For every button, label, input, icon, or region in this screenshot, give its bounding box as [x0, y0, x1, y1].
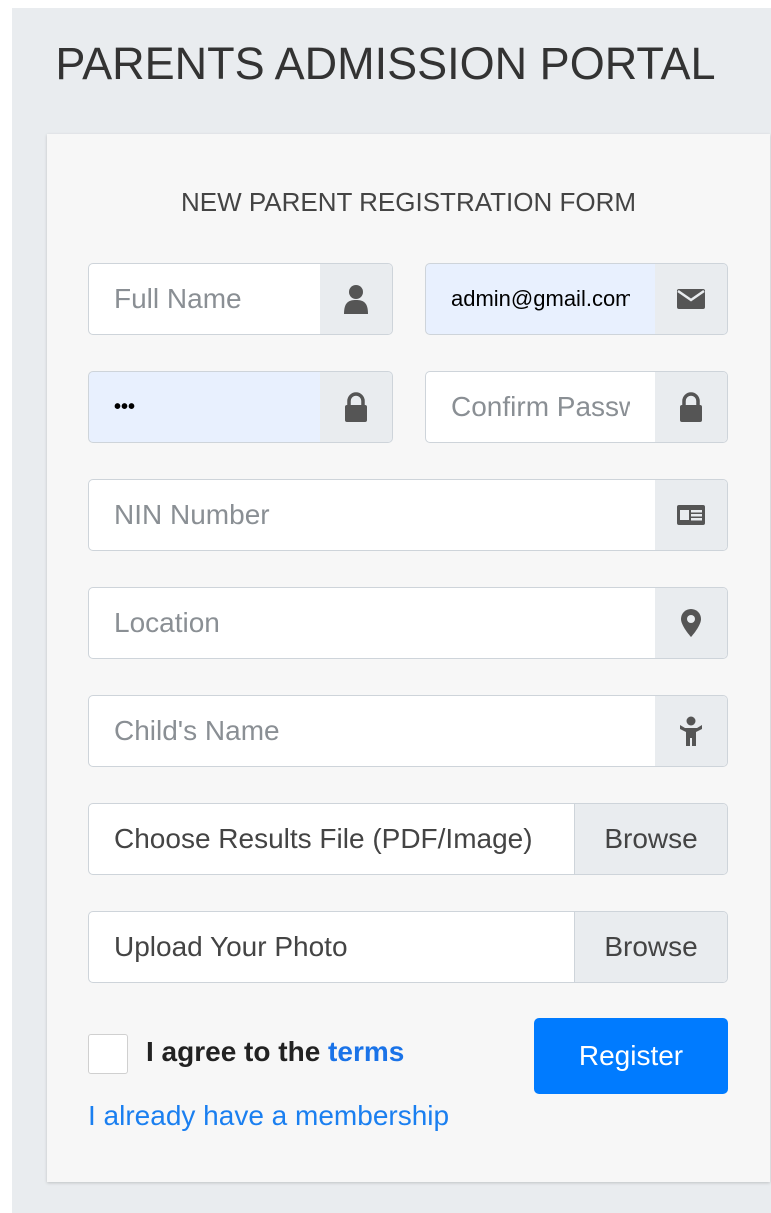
membership-link[interactable]: I already have a membership — [88, 1100, 449, 1132]
results-file-field[interactable]: Choose Results File (PDF/Image) Browse — [88, 803, 728, 875]
email-field — [425, 263, 728, 335]
agree-terms-checkbox[interactable] — [88, 1034, 128, 1074]
user-icon — [320, 264, 392, 334]
nin-field — [88, 479, 728, 551]
agree-terms-label: I agree to the terms — [146, 1036, 405, 1067]
form-title: NEW PARENT REGISTRATION FORM — [180, 187, 636, 217]
password-input[interactable] — [89, 372, 320, 442]
full-name-input[interactable] — [89, 264, 320, 334]
location-field — [88, 587, 728, 659]
full-name-field — [88, 263, 393, 335]
portal-title: PARENTS ADMISSION PORTAL — [55, 38, 716, 89]
email-input[interactable] — [426, 264, 655, 334]
lock-icon — [320, 372, 392, 442]
results-file-label: Choose Results File (PDF/Image) — [114, 823, 533, 854]
child-name-input[interactable] — [89, 696, 655, 766]
lock-icon — [655, 372, 727, 442]
child-name-field — [88, 695, 728, 767]
nin-input[interactable] — [89, 480, 655, 550]
child-icon — [655, 696, 727, 766]
location-input[interactable] — [89, 588, 655, 658]
results-browse-button[interactable]: Browse — [574, 804, 727, 874]
envelope-icon — [655, 264, 727, 334]
password-field — [88, 371, 393, 443]
confirm-password-input[interactable] — [426, 372, 655, 442]
photo-browse-button[interactable]: Browse — [574, 912, 727, 982]
id-card-icon — [655, 480, 727, 550]
register-button[interactable]: Register — [534, 1018, 728, 1094]
terms-link[interactable]: terms — [328, 1036, 404, 1067]
photo-file-field[interactable]: Upload Your Photo Browse — [88, 911, 728, 983]
photo-file-label: Upload Your Photo — [114, 931, 348, 962]
map-marker-icon — [655, 588, 727, 658]
confirm-password-field — [425, 371, 728, 443]
